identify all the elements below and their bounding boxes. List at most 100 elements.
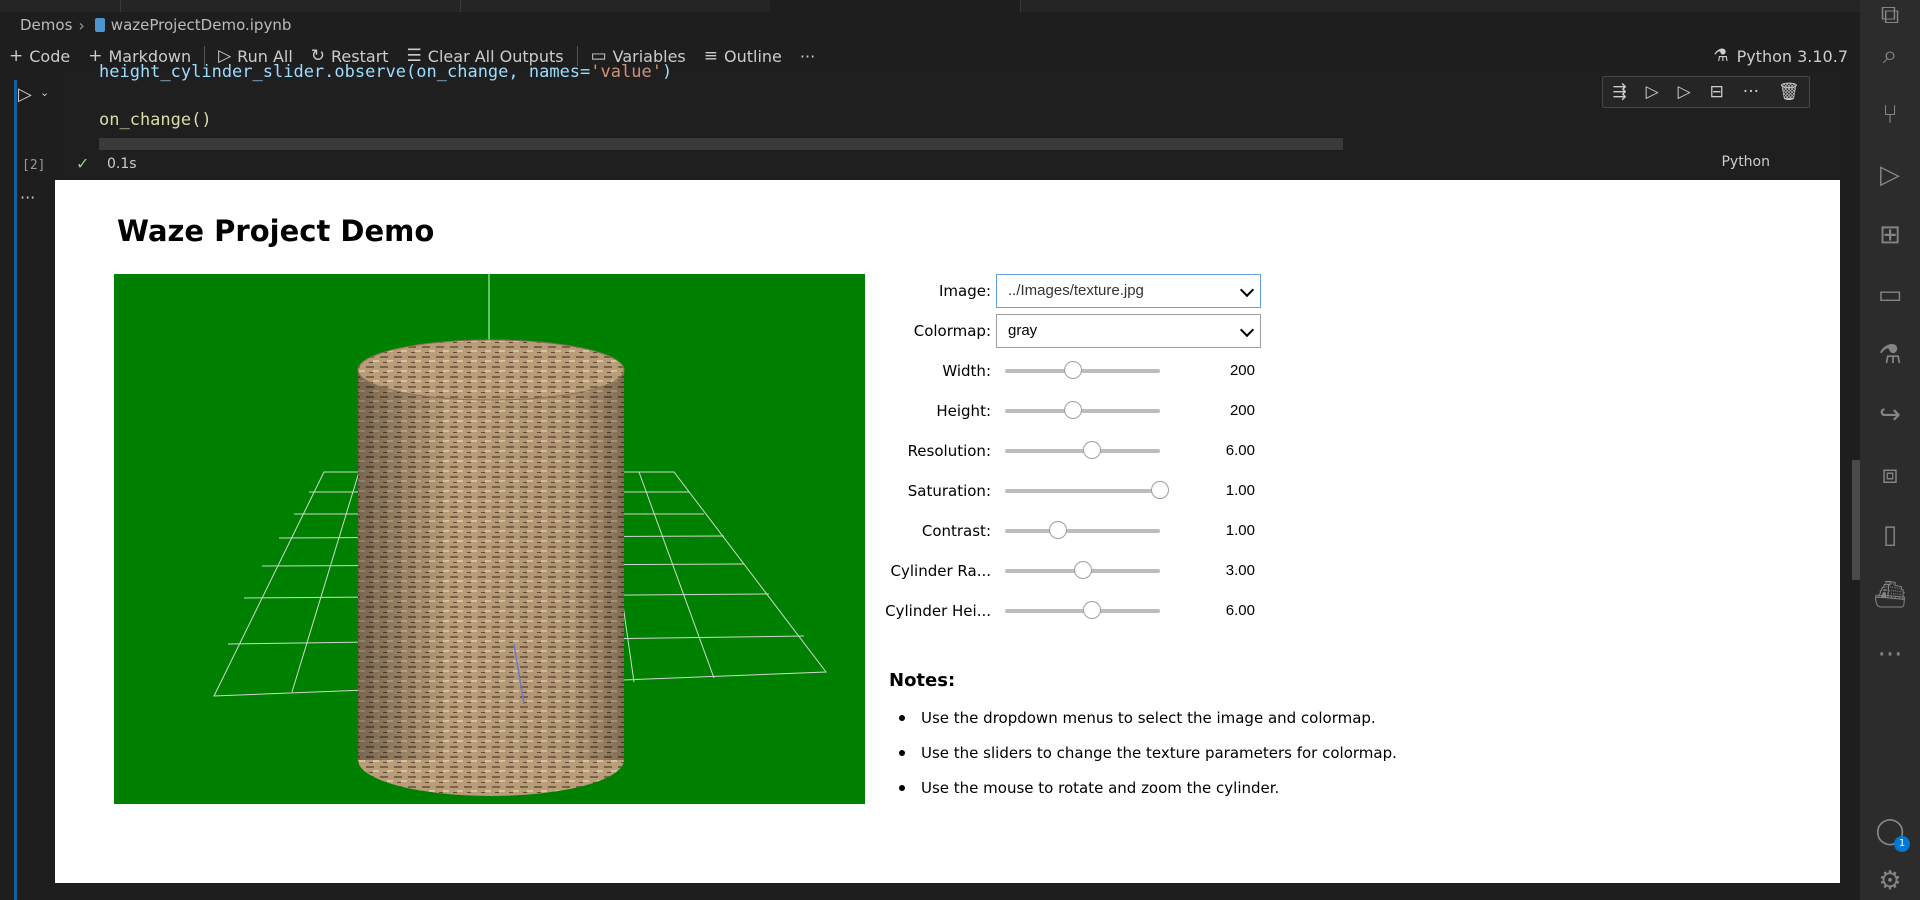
- slider-label: Cylinder Ra...: [890, 562, 991, 580]
- slider-thumb[interactable]: [1082, 601, 1101, 619]
- list-icon: ≡: [703, 46, 718, 66]
- cell-toolbar: ⇶ ▷ ▷ ⊟ ··· 🗑: [1602, 76, 1810, 108]
- slider-thumb[interactable]: [1151, 481, 1169, 499]
- cylinder-shading: [358, 370, 624, 760]
- chevron-down-icon[interactable]: ⌄: [40, 86, 49, 99]
- notebook-icon[interactable]: ▯: [1860, 520, 1920, 550]
- breadcrumb-file[interactable]: wazeProjectDemo.ipynb: [111, 16, 292, 34]
- search-icon[interactable]: ⌕: [1860, 40, 1920, 71]
- more-icon: ···: [799, 46, 816, 66]
- gear-icon[interactable]: ⚙: [1860, 866, 1920, 896]
- notebook-editor: ▷ ⌄ height_cylinder_slider.observe(on_ch…: [0, 62, 1860, 900]
- slider-label: Contrast:: [921, 522, 991, 540]
- slider-track[interactable]: [1005, 521, 1160, 539]
- notification-badge: 1: [1894, 836, 1910, 852]
- split-cell-icon[interactable]: ⊟: [1710, 82, 1724, 102]
- image-dropdown[interactable]: ../Images/texture.jpg: [996, 274, 1261, 308]
- slider-label: Cylinder Hei...: [885, 602, 991, 620]
- accounts-icon[interactable]: ◯: [1860, 816, 1920, 846]
- notebook-file-icon: [94, 18, 105, 32]
- 3d-scene-canvas[interactable]: [114, 274, 865, 804]
- add-code-label: Code: [29, 46, 71, 66]
- slider-track[interactable]: [1005, 481, 1169, 499]
- slider-row: Resolution: 6.00: [875, 434, 1295, 468]
- execution-count: [2]: [22, 158, 46, 173]
- code-text: ): [661, 62, 673, 82]
- slider-thumb[interactable]: [1073, 561, 1092, 579]
- slider-value: 200: [1229, 402, 1255, 419]
- code-text: height_cylinder_slider.observe(on_change…: [99, 62, 591, 82]
- execute-cell-icon[interactable]: ▷: [1646, 82, 1659, 102]
- colormap-label: Colormap:: [913, 322, 991, 340]
- slider-value: 1.00: [1225, 522, 1255, 539]
- slider-row: Cylinder Ra... 3.00: [875, 554, 1295, 588]
- cell-output: Waze Project Demo Image: ../Images/textu…: [55, 180, 1840, 883]
- slider-value: 6.00: [1225, 442, 1255, 459]
- notes-item: Use the sliders to change the texture pa…: [899, 743, 1397, 778]
- slider-thumb[interactable]: [1048, 521, 1067, 539]
- slider-row: Contrast: 1.00: [875, 514, 1295, 548]
- slider-label: Resolution:: [907, 442, 991, 460]
- cylinder-top: [357, 339, 625, 401]
- explorer-icon[interactable]: ⧉: [1860, 0, 1920, 31]
- slider-thumb[interactable]: [1064, 361, 1083, 379]
- more-icon[interactable]: ···: [1860, 640, 1920, 670]
- testing-icon[interactable]: ⚗: [1860, 340, 1920, 370]
- notes-list: Use the dropdown menus to select the ima…: [899, 708, 1397, 813]
- editor-tab[interactable]: [120, 0, 461, 12]
- run-cell-icon[interactable]: ▷: [18, 84, 32, 105]
- slider-row: Cylinder Hei... 6.00: [875, 594, 1295, 628]
- delete-icon[interactable]: 🗑: [1778, 82, 1800, 102]
- source-control-icon[interactable]: ⑂: [1860, 100, 1920, 130]
- slider-track[interactable]: [1005, 601, 1160, 619]
- remote-explorer-icon[interactable]: ▭: [1860, 280, 1920, 310]
- image-row: Image: ../Images/texture.jpg: [875, 274, 1295, 308]
- extensions-icon[interactable]: ⊞: [1860, 220, 1920, 250]
- cylinder-render: [213, 274, 827, 796]
- output-more-icon[interactable]: ···: [20, 188, 35, 207]
- editor-tab-active[interactable]: [770, 0, 1021, 12]
- more-icon[interactable]: ···: [1743, 82, 1759, 102]
- slider-label: Saturation:: [907, 482, 991, 500]
- slider-track[interactable]: [1005, 401, 1160, 419]
- outline-button[interactable]: ≡ Outline: [695, 42, 791, 70]
- slider-track[interactable]: [1005, 561, 1160, 579]
- image-dropdown-value: ../Images/texture.jpg: [1008, 282, 1144, 299]
- kernel-label: Python 3.10.7: [1736, 46, 1848, 66]
- slider-thumb[interactable]: [1064, 401, 1083, 419]
- editor-tab[interactable]: [460, 0, 771, 12]
- cell-language[interactable]: Python: [1721, 154, 1770, 170]
- code-string: 'value': [590, 62, 662, 82]
- kernel-icon: ⚗: [1713, 46, 1729, 66]
- notes-heading: Notes:: [889, 670, 956, 691]
- execute-below-icon[interactable]: ▷: [1678, 82, 1691, 102]
- add-code-button[interactable]: + Code: [0, 42, 79, 70]
- slider-thumb[interactable]: [1082, 441, 1101, 459]
- check-icon: ✓: [76, 154, 90, 173]
- live-share-icon[interactable]: ↪: [1860, 400, 1920, 430]
- cell-focus-indicator: [14, 80, 17, 190]
- slider-value: 1.00: [1225, 482, 1255, 499]
- colormap-dropdown[interactable]: gray: [996, 314, 1261, 348]
- colormap-row: Colormap: gray: [875, 314, 1295, 348]
- code-line: height_cylinder_slider.observe(on_change…: [99, 62, 672, 82]
- kernel-picker[interactable]: ⚗ Python 3.10.7: [1713, 42, 1848, 70]
- code-cell-editor[interactable]: [62, 70, 1840, 176]
- output-title: Waze Project Demo: [117, 214, 435, 248]
- breadcrumb-folder[interactable]: Demos: [20, 16, 72, 34]
- docker-icon[interactable]: ⛴: [1860, 580, 1920, 610]
- editor-tab[interactable]: [0, 0, 121, 12]
- code-line: on_change(): [99, 110, 212, 130]
- activity-bar: ⧉ ⌕ ⑂ ▷ ⊞ ▭ ⚗ ↪ ⧈ ▯ ⛴ ··· ◯ 1 ⚙: [1860, 0, 1920, 900]
- horizontal-scrollbar[interactable]: [99, 138, 1343, 150]
- slider-row: Width: 200: [875, 354, 1295, 388]
- more-actions-button[interactable]: ···: [791, 42, 824, 70]
- breadcrumb: Demos › wazeProjectDemo.ipynb: [20, 16, 292, 35]
- execute-above-icon[interactable]: ⇶: [1612, 82, 1626, 102]
- slider-track[interactable]: [1005, 441, 1160, 459]
- editor-vertical-scrollbar[interactable]: [1852, 460, 1860, 580]
- run-debug-icon[interactable]: ▷: [1860, 160, 1920, 190]
- jupyter-icon[interactable]: ⧈: [1860, 460, 1920, 491]
- slider-track[interactable]: [1005, 361, 1160, 379]
- slider-label: Height:: [936, 402, 991, 420]
